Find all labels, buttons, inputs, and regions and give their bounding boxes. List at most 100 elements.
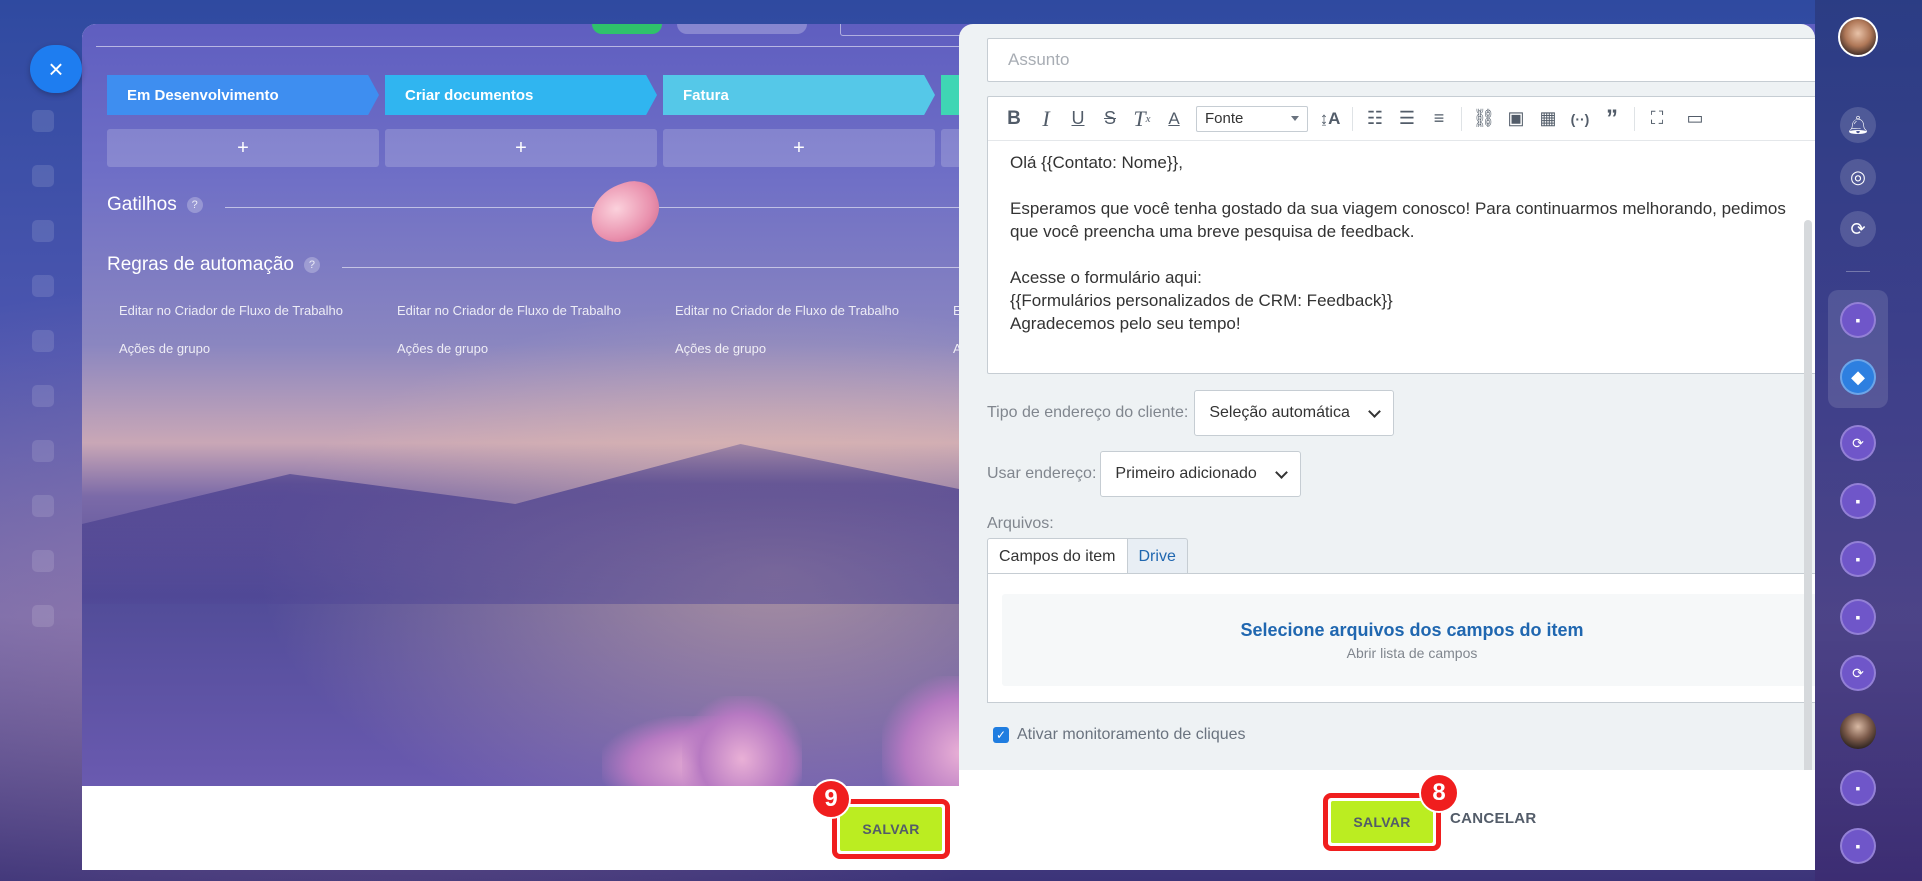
vertical-scrollbar[interactable] — [1804, 220, 1812, 860]
address-type-select[interactable]: Seleção automática — [1194, 390, 1394, 436]
editor-content[interactable]: Olá {{Contato: Nome}}, Esperamos que voc… — [1010, 151, 1810, 335]
ghost-icon — [32, 165, 54, 187]
sidebar-separator — [1846, 271, 1870, 272]
contact-icon[interactable]: ▪ — [1840, 541, 1876, 577]
strikethrough-icon[interactable]: S — [1094, 104, 1126, 134]
contact-icon[interactable]: ▪ — [1840, 828, 1876, 864]
use-address-select[interactable]: Primeiro adicionado — [1100, 451, 1301, 497]
bullet-list-icon[interactable]: ☰ — [1391, 104, 1423, 134]
fullscreen-icon[interactable]: ⛶ — [1641, 104, 1673, 134]
save-button[interactable]: SALVAR — [1331, 801, 1433, 843]
help-icon[interactable]: ? — [303, 257, 320, 273]
italic-icon[interactable]: I — [1030, 104, 1062, 134]
clear-format-icon[interactable]: Tx — [1126, 104, 1158, 134]
toolbar-separator — [1634, 106, 1635, 131]
close-button[interactable]: × — [30, 45, 82, 93]
contact-icon[interactable]: ▪ — [1840, 770, 1876, 806]
save-highlight: SALVAR — [832, 799, 950, 859]
flower-image — [682, 696, 802, 786]
stage-criar-documentos[interactable]: Criar documentos — [385, 75, 657, 115]
stage-fatura[interactable]: Fatura — [663, 75, 935, 115]
group-actions-link[interactable]: Ações de grupo — [119, 341, 210, 356]
section-divider — [342, 267, 1042, 268]
editor-toolbar: B I U S Tx A Fonte ↨A ☷ ☰ ≡ ⛓ ▣ ▦ (··) ”… — [988, 97, 1815, 141]
stage-label: Criar documentos — [405, 86, 534, 104]
tab-drive[interactable]: Drive — [1127, 538, 1188, 574]
stage-em-desenvolvimento[interactable]: Em Desenvolvimento — [107, 75, 379, 115]
plus-icon: + — [515, 136, 527, 159]
align-icon[interactable]: ≡ — [1423, 104, 1455, 134]
ghost-icon — [32, 275, 54, 297]
body-line: que você preencha uma breve pesquisa de … — [1010, 222, 1415, 241]
add-trigger-button[interactable]: + — [663, 129, 935, 167]
files-label: Arquivos: — [987, 515, 1054, 532]
step-badge: 9 — [811, 779, 851, 819]
toolbar-separator — [1352, 106, 1353, 131]
files-dropzone[interactable]: Selecione arquivos dos campos do item Ab… — [1002, 594, 1815, 686]
use-address-row: Usar endereço: Primeiro adicionado — [987, 451, 1301, 497]
contact-icon[interactable]: ▪ — [1840, 483, 1876, 519]
bell-icon[interactable]: 🔔︎ — [1840, 107, 1876, 143]
contact-icon[interactable]: ▪ — [1840, 599, 1876, 635]
numbered-list-icon[interactable]: ☷ — [1359, 104, 1391, 134]
contact-icon[interactable]: ▪ — [1840, 302, 1876, 338]
image-icon[interactable]: ▣ — [1500, 104, 1532, 134]
font-select-value: Fonte — [1205, 110, 1244, 127]
sync-icon[interactable]: ⟳ — [1840, 425, 1876, 461]
select-files-link[interactable]: Selecione arquivos dos campos do item — [1240, 620, 1583, 641]
address-type-row: Tipo de endereço do cliente: Seleção aut… — [987, 390, 1394, 436]
target-icon[interactable]: ◎ — [1840, 159, 1876, 195]
status-pill[interactable] — [592, 24, 662, 34]
add-trigger-button[interactable]: + — [385, 129, 657, 167]
link-icon[interactable]: ⛓ — [1468, 104, 1500, 134]
ghost-icon — [32, 550, 54, 572]
source-icon[interactable]: ▭ — [1679, 104, 1711, 134]
subject-input[interactable]: Assunto — [987, 38, 1815, 82]
quote-icon[interactable]: ” — [1596, 104, 1628, 134]
bold-icon[interactable]: B — [998, 104, 1030, 134]
click-tracking-label[interactable]: Ativar monitoramento de cliques — [1017, 726, 1246, 744]
stage-label: Fatura — [683, 86, 729, 104]
body-line: Agradecemos pelo seu tempo! — [1010, 314, 1241, 333]
ghost-icon — [32, 605, 54, 627]
code-icon[interactable]: (··) — [1564, 104, 1596, 134]
underline-icon[interactable]: U — [1062, 104, 1094, 134]
close-icon: × — [48, 53, 64, 84]
message-editor[interactable]: B I U S Tx A Fonte ↨A ☷ ☰ ≡ ⛓ ▣ ▦ (··) ”… — [987, 96, 1815, 374]
toolbar-separator — [1461, 106, 1462, 131]
add-trigger-button[interactable]: + — [107, 129, 379, 167]
sync-icon[interactable]: ⟳ — [1840, 655, 1876, 691]
font-select[interactable]: Fonte — [1196, 105, 1308, 132]
contact-avatar[interactable] — [1840, 713, 1876, 749]
bookmark-icon[interactable]: ◆ — [1840, 359, 1876, 395]
group-actions-link[interactable]: Ações de grupo — [397, 341, 488, 356]
edit-workflow-link[interactable]: Editar no Criador de Fluxo de Trabalho — [119, 303, 343, 318]
triggers-section: Gatilhos ? — [107, 194, 203, 216]
subject-placeholder: Assunto — [1008, 50, 1070, 69]
text-color-icon[interactable]: A — [1158, 104, 1190, 134]
triggers-title: Gatilhos — [107, 194, 177, 215]
help-icon[interactable]: ? — [186, 197, 203, 213]
table-icon[interactable]: ▦ — [1532, 104, 1564, 134]
user-avatar[interactable] — [1838, 17, 1878, 57]
ghost-icon — [32, 220, 54, 242]
use-address-value: Primeiro adicionado — [1115, 465, 1257, 482]
rules-section: Regras de automação ? — [107, 254, 320, 276]
files-box: Selecione arquivos dos campos do item Ab… — [987, 573, 1815, 703]
cancel-button[interactable]: CANCELAR — [1450, 810, 1537, 827]
address-type-label: Tipo de endereço do cliente: — [987, 404, 1189, 421]
chevron-down-icon — [1291, 116, 1299, 121]
save-button[interactable]: SALVAR — [840, 807, 942, 851]
ghost-icon — [32, 495, 54, 517]
toolbar-pill[interactable] — [677, 24, 807, 34]
edit-workflow-link[interactable]: Editar no Criador de Fluxo de Trabalho — [397, 303, 621, 318]
font-size-icon[interactable]: ↨A — [1314, 104, 1346, 134]
tab-item-fields[interactable]: Campos do item — [987, 538, 1128, 574]
address-type-value: Seleção automática — [1209, 404, 1350, 421]
open-fields-link[interactable]: Abrir lista de campos — [1347, 645, 1478, 661]
edit-workflow-link[interactable]: Editar no Criador de Fluxo de Trabalho — [675, 303, 899, 318]
click-tracking-checkbox[interactable]: ✓ — [993, 727, 1009, 743]
files-tabs: Campos do item Drive — [987, 538, 1188, 574]
sync-icon[interactable]: ⟳ — [1840, 211, 1876, 247]
group-actions-link[interactable]: Ações de grupo — [675, 341, 766, 356]
